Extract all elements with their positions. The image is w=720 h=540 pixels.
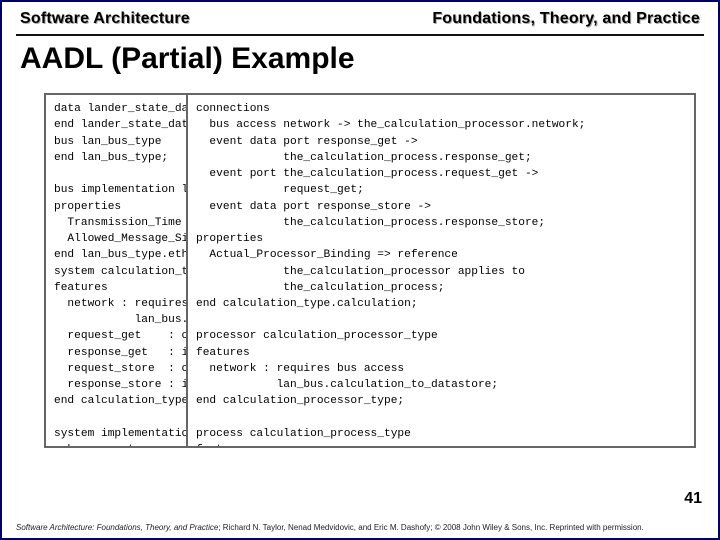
code-area: data lander_state_data end lander_state_… bbox=[16, 82, 704, 442]
footer: Software Architecture: Foundations, Theo… bbox=[16, 523, 704, 532]
footer-book-title: Software Architecture: Foundations, Theo… bbox=[16, 523, 218, 532]
slide: Software Architecture Foundations, Theor… bbox=[0, 0, 720, 540]
header-left: Software Architecture bbox=[20, 10, 190, 28]
footer-rest: ; Richard N. Taylor, Nenad Medvidovic, a… bbox=[218, 523, 644, 532]
header-right: Foundations, Theory, and Practice bbox=[432, 10, 700, 28]
slide-title: AADL (Partial) Example bbox=[2, 36, 718, 82]
code-box-right: connections bus access network -> the_ca… bbox=[186, 93, 696, 448]
slide-header: Software Architecture Foundations, Theor… bbox=[2, 2, 718, 30]
page-number: 41 bbox=[684, 490, 702, 508]
